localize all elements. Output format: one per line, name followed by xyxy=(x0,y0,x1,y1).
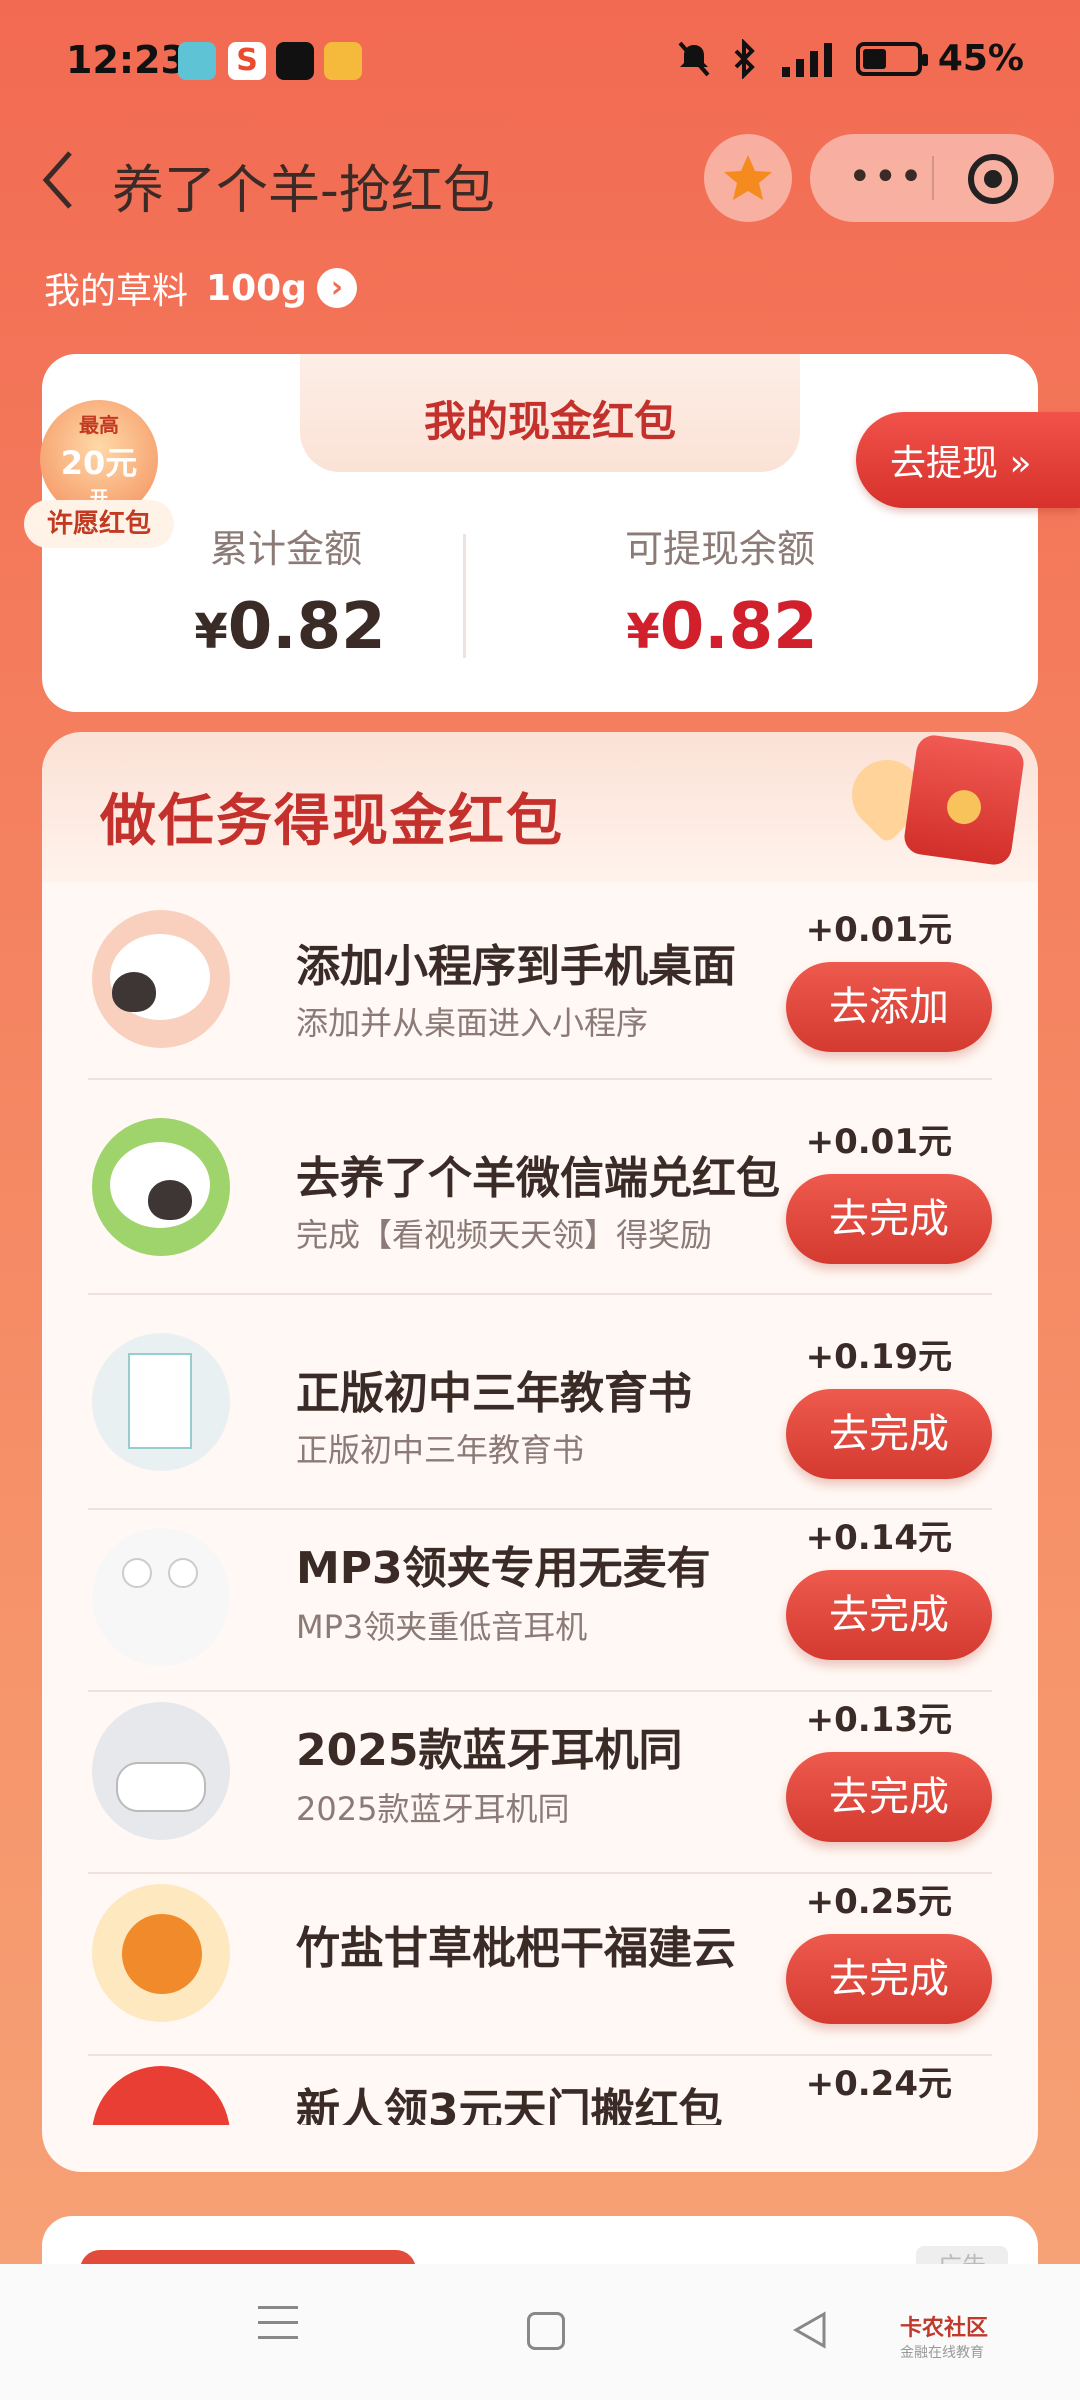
earbud xyxy=(122,1558,152,1588)
grass-label: 我的草料 xyxy=(44,271,189,312)
status-time: 12:23 xyxy=(66,38,187,82)
chevron-right-icon: › xyxy=(316,268,357,308)
task-desc: 添加并从桌面进入小程序 xyxy=(296,1004,649,1042)
signal-icon xyxy=(781,42,832,77)
complete-button[interactable]: 去完成 xyxy=(786,1752,992,1842)
available-amount: 0.82 xyxy=(659,590,818,664)
earbud xyxy=(168,1558,198,1588)
task-name: 正版初中三年教育书 xyxy=(296,1368,692,1419)
page-title: 养了个羊-抢红包 xyxy=(112,161,495,221)
task-list: 添加小程序到手机桌面 添加并从桌面进入小程序 +0.01元 去添加 去养了个羊微… xyxy=(42,880,1038,2125)
complete-button[interactable]: 去完成 xyxy=(786,1570,992,1660)
sheep-head xyxy=(148,1180,192,1220)
task-title: 做任务得现金红包 xyxy=(100,789,564,854)
task-desc: 完成【看视频天天领】得奖励 xyxy=(296,1216,713,1254)
bluetooth-earphone-thumbnail xyxy=(92,1702,230,1840)
loquat-fruit xyxy=(122,1914,202,1994)
bluetooth-icon xyxy=(734,38,755,79)
battery-icon xyxy=(855,41,928,76)
task-row: 竹盐甘草枇杷干福建云 +0.25元 去完成 xyxy=(88,1874,992,2056)
task-row: MP3领夹专用无麦有 MP3领夹重低音耳机 +0.14元 去完成 xyxy=(88,1510,992,1692)
withdraw-button[interactable]: 去提现 » xyxy=(856,412,1080,508)
task-reward: +0.19元 xyxy=(805,1337,952,1377)
battery-fill xyxy=(862,48,886,69)
book-cover xyxy=(128,1353,192,1449)
available-value: ¥0.82 xyxy=(542,590,902,664)
watermark-sub: 金融在线教育 xyxy=(900,2345,984,2361)
add-button[interactable]: 去添加 xyxy=(786,962,992,1052)
complete-button[interactable]: 去完成 xyxy=(786,1174,992,1264)
red-envelope-icon xyxy=(902,733,1026,867)
menu-icon[interactable] xyxy=(258,2306,298,2346)
available-label: 可提现余额 xyxy=(624,527,815,571)
weibo-app-icon xyxy=(324,42,362,80)
cash-divider xyxy=(463,534,466,658)
task-name: 竹盐甘草枇杷干福建云 xyxy=(296,1923,736,1974)
complete-button[interactable]: 去完成 xyxy=(786,1934,992,2024)
total-currency: ¥ xyxy=(194,604,228,660)
task-desc: MP3领夹重低音耳机 xyxy=(296,1608,588,1646)
task-reward: +0.13元 xyxy=(805,1700,952,1740)
task-desc: 2025款蓝牙耳机同 xyxy=(296,1790,570,1828)
capsule-menu: ••• xyxy=(810,134,1054,222)
sheep-thumbnail xyxy=(92,910,230,1048)
sheep-head xyxy=(112,972,156,1012)
task-reward: +0.24元 xyxy=(805,2064,952,2104)
watermark: 卡农社区 金融在线教育 xyxy=(900,2310,988,2362)
total-amount: 0.82 xyxy=(227,590,386,664)
favorite-button[interactable] xyxy=(704,134,792,222)
task-name: 添加小程序到手机桌面 xyxy=(296,941,736,992)
watermark-title: 卡农社区 xyxy=(900,2316,989,2341)
grass-value: 100g xyxy=(206,267,307,309)
star-icon xyxy=(724,155,772,200)
close-target-icon[interactable] xyxy=(968,154,1018,204)
task-name: 2025款蓝牙耳机同 xyxy=(296,1725,683,1776)
task-reward: +0.25元 xyxy=(805,1882,952,1922)
sogou-app-icon: S xyxy=(228,42,266,80)
boss-app-icon xyxy=(178,42,216,80)
status-right: 45% xyxy=(674,38,1024,79)
battery-percent: 45% xyxy=(937,38,1024,79)
task-reward: +0.01元 xyxy=(805,1122,952,1162)
back-arrow-icon[interactable] xyxy=(38,145,78,215)
task-row: 添加小程序到手机桌面 添加并从桌面进入小程序 +0.01元 去添加 xyxy=(88,880,992,1080)
task-name: 新人领3元天门搬红包 xyxy=(296,2085,723,2125)
grass-info[interactable]: 我的草料 100g › xyxy=(44,262,357,314)
task-desc: 正版初中三年教育书 xyxy=(296,1431,585,1469)
total-value: ¥0.82 xyxy=(110,590,470,664)
more-icon[interactable]: ••• xyxy=(848,157,925,197)
available-currency: ¥ xyxy=(626,604,660,660)
earphone-thumbnail xyxy=(92,1528,230,1666)
wish-top: 最高 xyxy=(79,412,119,437)
red-packet-thumbnail xyxy=(92,2066,230,2125)
app-icon xyxy=(276,42,314,80)
task-name: MP3领夹专用无麦有 xyxy=(296,1543,711,1594)
sheep-thumbnail xyxy=(92,1118,230,1256)
task-row: 去养了个羊微信端兑红包 完成【看视频天天领】得奖励 +0.01元 去完成 xyxy=(88,1080,992,1295)
status-bar: 12:23 S 45% xyxy=(0,0,1080,120)
earphone-case xyxy=(116,1762,206,1812)
capsule-divider xyxy=(932,156,934,200)
complete-button[interactable]: 去完成 xyxy=(786,1389,992,1479)
mute-bell-icon xyxy=(678,41,710,76)
task-row: 新人领3元天门搬红包 +0.24元 xyxy=(88,2056,992,2125)
book-thumbnail xyxy=(92,1333,230,1471)
task-reward: +0.01元 xyxy=(805,910,952,950)
wish-amount: 20元 xyxy=(60,443,138,482)
task-row: 2025款蓝牙耳机同 2025款蓝牙耳机同 +0.13元 去完成 xyxy=(88,1692,992,1874)
total-label: 累计金额 xyxy=(209,527,362,571)
cash-title: 我的现金红包 xyxy=(423,397,676,446)
back-triangle-icon[interactable] xyxy=(790,2310,830,2350)
home-icon[interactable] xyxy=(527,2312,565,2350)
task-row: 正版初中三年教育书 正版初中三年教育书 +0.19元 去完成 xyxy=(88,1295,992,1510)
loquat-thumbnail xyxy=(92,1884,230,2022)
task-name: 去养了个羊微信端兑红包 xyxy=(296,1153,780,1204)
task-reward: +0.14元 xyxy=(805,1518,952,1558)
